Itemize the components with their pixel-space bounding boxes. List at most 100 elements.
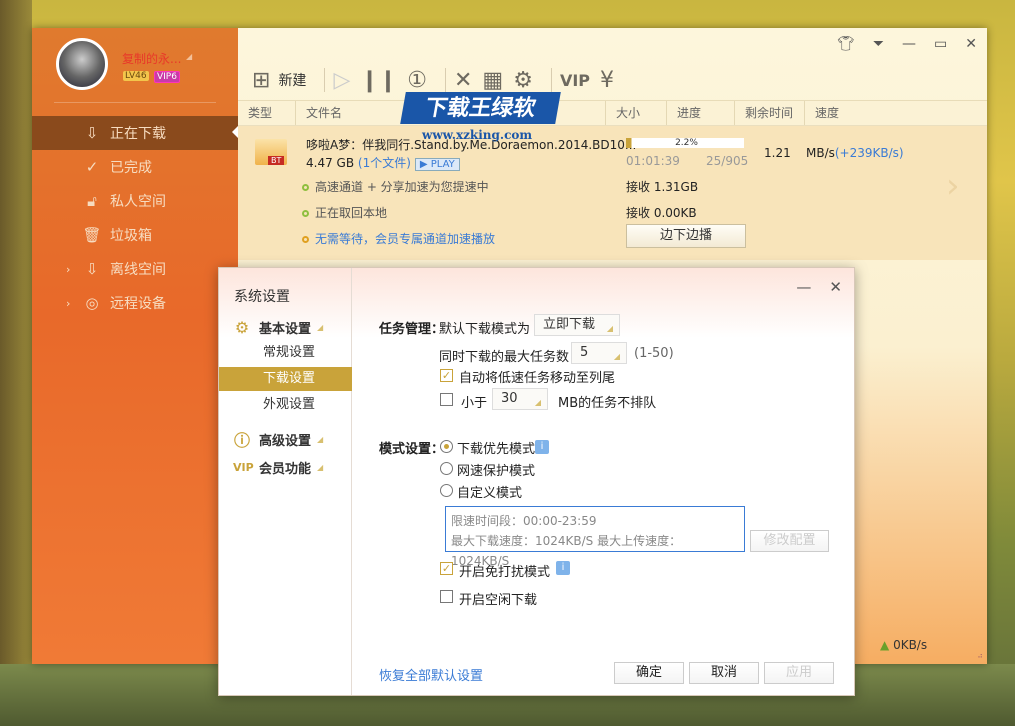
group-member-features[interactable]: VIP 会员功能 ◢ bbox=[233, 458, 323, 477]
max-tasks-select[interactable]: 5 ◢ bbox=[571, 342, 627, 364]
username[interactable]: 复制的永... bbox=[122, 50, 181, 67]
info-tooltip-icon[interactable]: i bbox=[556, 561, 570, 575]
sidebar-item-trash[interactable]: 🗑︎ 垃圾箱 bbox=[32, 218, 238, 252]
small-task-checkbox[interactable] bbox=[440, 393, 453, 406]
group-basic-settings[interactable]: ⚙ 基本设置 ◢ bbox=[233, 318, 323, 337]
speed-limit-info: 限速时间段：00:00-23:59 最大下载速度：1024KB/S 最大上传速度：… bbox=[445, 506, 745, 568]
do-not-disturb-checkbox[interactable]: ✓ bbox=[440, 562, 453, 575]
group-label: 高级设置 bbox=[259, 433, 312, 449]
status-text: 正在取回本地 bbox=[315, 206, 388, 220]
group-label: 会员功能 bbox=[259, 462, 312, 477]
toolbar: ⊞ 新建 ▷ ❙❙ ① ✕ ▦ ⚙ VIP ¥ bbox=[252, 66, 624, 94]
sidebar-item-label: 离线空间 bbox=[110, 262, 166, 278]
do-not-disturb-label: 开启免打扰模式 bbox=[459, 565, 551, 580]
nav-general-settings[interactable]: 常规设置 bbox=[219, 341, 352, 365]
mode-radio-download-first[interactable] bbox=[440, 440, 453, 453]
max-tasks-label: 同时下载的最大任务数 bbox=[439, 350, 570, 365]
resize-grip-icon[interactable]: ⠴ bbox=[977, 651, 983, 660]
restore-defaults-link[interactable]: 恢复全部默认设置 bbox=[379, 665, 483, 684]
mode-option-label: 自定义模式 bbox=[457, 486, 523, 501]
sidebar-item-remote-devices[interactable]: › ◎ 远程设备 bbox=[32, 286, 238, 320]
col-progress[interactable]: 进度 bbox=[667, 101, 735, 125]
nav-appearance-settings[interactable]: 外观设置 bbox=[219, 393, 352, 417]
grid-view-icon[interactable]: ▦ bbox=[482, 66, 503, 94]
task-row[interactable]: BT 哆啦A梦：伴我同行.Stand.by.Me.Doraemon.2014.B… bbox=[238, 126, 987, 260]
idle-download-checkbox[interactable] bbox=[440, 590, 453, 603]
vip-badge: VIP6 bbox=[154, 71, 180, 83]
nav-download-settings[interactable]: 下载设置 bbox=[219, 367, 352, 391]
col-type[interactable]: 类型 bbox=[238, 101, 296, 125]
cancel-button[interactable]: 取消 bbox=[689, 662, 759, 684]
money-bag-icon[interactable]: ¥ bbox=[600, 66, 614, 94]
close-icon[interactable]: ✕ bbox=[829, 278, 842, 296]
speed-settings-icon[interactable]: ⚙ bbox=[513, 66, 533, 94]
auto-move-label: 自动将低速任务移动至列尾 bbox=[459, 371, 616, 386]
ok-button[interactable]: 确定 bbox=[614, 662, 684, 684]
apply-button[interactable]: 应用 bbox=[764, 662, 834, 684]
upload-speed-value: 0KB/s bbox=[893, 638, 928, 652]
task-size-line: 4.47 GB (1个文件) ▶ PLAY bbox=[306, 154, 460, 171]
play-label: PLAY bbox=[430, 159, 455, 170]
mode-option-label: 网速保护模式 bbox=[457, 464, 536, 479]
info-tooltip-icon[interactable]: i bbox=[535, 440, 549, 454]
menu-icon[interactable]: ⏷ bbox=[873, 36, 884, 52]
dialog-controls: — ✕ bbox=[796, 278, 842, 296]
vip-accelerate-link[interactable]: 无需等待，会员专属通道加速播放 bbox=[302, 230, 495, 247]
small-task-size-select[interactable]: 30 ◢ bbox=[492, 388, 548, 410]
status-dot-icon bbox=[302, 210, 309, 217]
minimize-icon[interactable]: — bbox=[902, 36, 916, 52]
remaining-time: 01:01:39 bbox=[626, 154, 680, 168]
bt-badge: BT bbox=[268, 156, 285, 165]
group-advanced-settings[interactable]: ⓘ 高级设置 ◢ bbox=[233, 427, 323, 451]
col-remaining[interactable]: 剩余时间 bbox=[735, 101, 805, 125]
task-size: 4.47 GB bbox=[306, 156, 355, 170]
chevron-right-icon[interactable]: › bbox=[66, 263, 70, 276]
close-icon[interactable]: ✕ bbox=[965, 36, 977, 52]
sidebar-item-downloading[interactable]: ⇩ 正在下载 bbox=[32, 116, 238, 150]
sidebar-item-completed[interactable]: ✓ 已完成 bbox=[32, 150, 238, 184]
download-icon: ⇩ bbox=[85, 124, 99, 142]
minimize-icon[interactable]: — bbox=[796, 278, 811, 296]
user-menu-arrow-icon[interactable]: ◢ bbox=[186, 52, 192, 61]
skin-icon[interactable]: 👕︎ bbox=[837, 36, 855, 52]
status-line: 正在取回本地 bbox=[302, 204, 387, 221]
group-label: 基本设置 bbox=[259, 322, 312, 337]
watermark-url: www.xzking.com bbox=[422, 128, 533, 142]
status-line: 高速通道 + 分享加速为您提速中 bbox=[302, 178, 489, 195]
auto-move-checkbox[interactable]: ✓ bbox=[440, 369, 453, 382]
maximize-icon[interactable]: ▭ bbox=[934, 36, 947, 52]
mode-label: 模式设置： bbox=[379, 442, 445, 457]
start-button[interactable]: ▷ bbox=[333, 66, 350, 94]
chevron-right-icon[interactable]: › bbox=[66, 297, 70, 310]
settings-nav: 系统设置 ⚙ 基本设置 ◢ 常规设置 下载设置 外观设置 ⓘ 高级设置 ◢ VIP 会员功… bbox=[219, 268, 352, 695]
check-circle-icon: ✓ bbox=[85, 158, 99, 176]
status-dot-icon bbox=[302, 236, 309, 243]
toolbar-divider bbox=[550, 68, 552, 92]
info-circle-icon: ⓘ bbox=[233, 431, 250, 450]
limit-time: 限速时间段：00:00-23:59 bbox=[451, 514, 597, 528]
vip-icon[interactable]: VIP bbox=[560, 66, 590, 94]
play-button[interactable]: ▶ PLAY bbox=[414, 158, 460, 171]
chevron-right-icon[interactable]: › bbox=[946, 166, 960, 206]
col-speed[interactable]: 速度 bbox=[805, 101, 885, 125]
mode-radio-network-protect[interactable] bbox=[440, 462, 453, 475]
delete-button[interactable]: ✕ bbox=[454, 66, 472, 94]
play-while-downloading-button[interactable]: 边下边播 bbox=[626, 224, 746, 248]
new-task-button[interactable]: ⊞ 新建 bbox=[252, 66, 306, 94]
default-mode-select[interactable]: 立即下载 ◢ bbox=[534, 314, 620, 336]
sidebar-item-offline-space[interactable]: › ⇩ 离线空间 bbox=[32, 252, 238, 286]
progress-bar: 2.2% bbox=[626, 138, 744, 148]
upload-arrow-icon: ▲ bbox=[880, 638, 890, 652]
download-speed: 1.21 MB/s(+239KB/s) bbox=[764, 146, 904, 160]
status-text: 高速通道 + 分享加速为您提速中 bbox=[315, 180, 489, 194]
pause-button[interactable]: ❙❙ bbox=[360, 66, 397, 94]
col-size[interactable]: 大小 bbox=[606, 101, 667, 125]
avatar[interactable] bbox=[56, 38, 108, 90]
expand-triangle-icon: ◢ bbox=[317, 463, 324, 472]
modify-config-button[interactable]: 修改配置 bbox=[750, 530, 829, 552]
file-count-link[interactable]: (1个文件) bbox=[358, 156, 411, 170]
sidebar-item-private-space[interactable]: 🔓︎ 私人空间 bbox=[32, 184, 238, 218]
single-task-icon[interactable]: ① bbox=[407, 66, 427, 94]
mode-radio-custom[interactable] bbox=[440, 484, 453, 497]
globe-icon: ◎ bbox=[85, 294, 99, 312]
